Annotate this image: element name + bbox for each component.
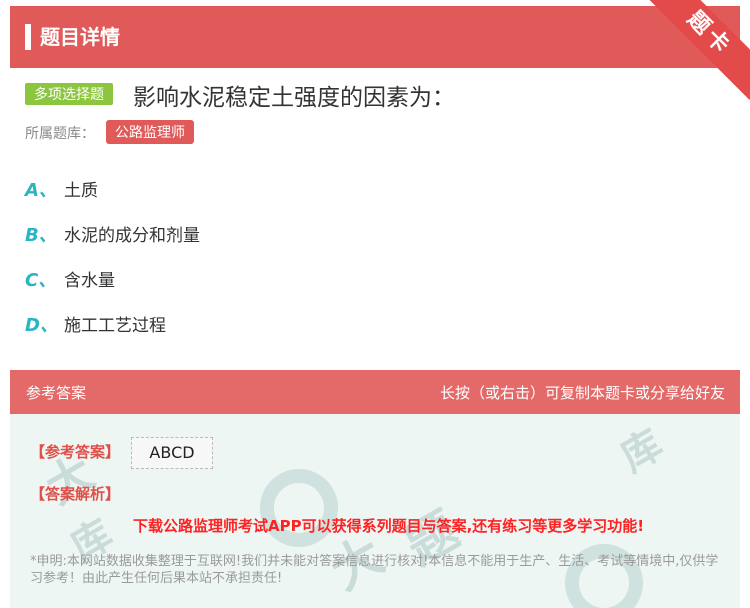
ribbon-label: 题卡 bbox=[643, 0, 750, 100]
option-letter: A、 bbox=[25, 180, 57, 201]
answer-label: 【参考答案】 bbox=[30, 443, 121, 461]
header-bar: 题目详情 bbox=[10, 6, 740, 68]
watermark-glyph: 库 bbox=[613, 421, 671, 482]
option-text: 含水量 bbox=[64, 271, 115, 291]
category-tag[interactable]: 公路监理师 bbox=[106, 120, 194, 144]
header-accent-bar bbox=[25, 24, 31, 50]
corner-ribbon: 题卡 bbox=[640, 0, 750, 100]
analysis-label: 【答案解析】 bbox=[30, 485, 121, 503]
answer-header-bar: 参考答案 长按（或右击）可复制本题卡或分享给好友 bbox=[10, 370, 740, 414]
option-letter: B、 bbox=[25, 225, 57, 246]
question-type-badge: 多项选择题 bbox=[25, 83, 113, 105]
option-letter: C、 bbox=[25, 270, 57, 291]
option-text: 土质 bbox=[64, 181, 98, 201]
option-letter: D、 bbox=[25, 315, 58, 336]
share-hint: 长按（或右击）可复制本题卡或分享给好友 bbox=[439, 384, 725, 402]
question-text: 影响水泥稳定土强度的因素为： bbox=[133, 85, 455, 111]
disclaimer-text: *申明:本网站数据收集整理于互联网!我们并未能对答案信息进行核对!本信息不能用于… bbox=[30, 554, 719, 586]
option-text: 施工工艺过程 bbox=[64, 316, 166, 336]
answer-value[interactable]: ABCD bbox=[131, 437, 213, 469]
option-text: 水泥的成分和剂量 bbox=[64, 226, 200, 246]
page-title: 题目详情 bbox=[40, 25, 120, 49]
download-app-link[interactable]: 下载公路监理师考试APP可以获得系列题目与答案,还有练习等更多学习功能! bbox=[133, 515, 644, 536]
answer-header-label: 参考答案 bbox=[26, 384, 87, 402]
category-label: 所属题库： bbox=[25, 126, 95, 142]
